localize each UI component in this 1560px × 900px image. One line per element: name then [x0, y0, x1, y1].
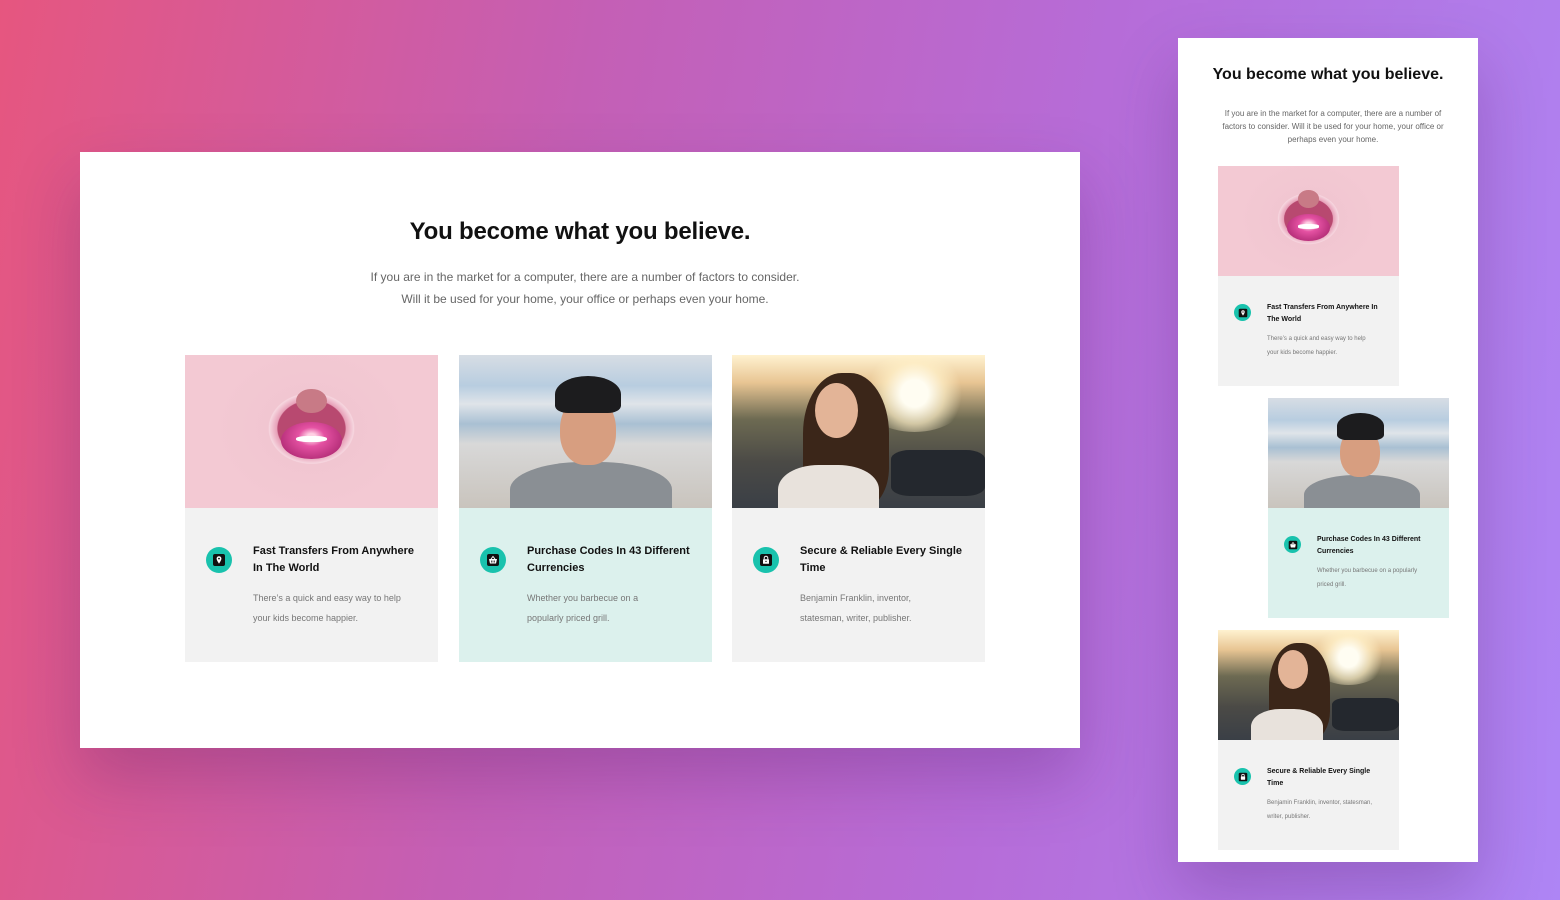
mobile-preview-panel: You become what you believe. If you are …	[1178, 38, 1478, 862]
section-title: You become what you believe.	[1212, 66, 1444, 83]
card-description: Whether you barbecue on a popularly pric…	[527, 593, 639, 623]
card-body: Fast Transfers From Anywhere In The Worl…	[1218, 276, 1399, 386]
card-description: Whether you barbecue on a popularly pric…	[1317, 568, 1418, 588]
map-pin-icon	[1234, 304, 1251, 321]
lock-icon	[1234, 768, 1251, 785]
map-pin-icon	[206, 547, 232, 573]
card-title: Purchase Codes In 43 Different Currencie…	[1317, 536, 1421, 555]
feature-card-transfers[interactable]: Fast Transfers From Anywhere In The Worl…	[185, 355, 438, 662]
card-description: Benjamin Franklin, inventor, statesman, …	[1267, 800, 1373, 820]
card-body: Fast Transfers From Anywhere In The Worl…	[185, 508, 438, 662]
basket-icon	[480, 547, 506, 573]
feature-card-currencies[interactable]: Purchase Codes In 43 Different Currencie…	[459, 355, 712, 662]
section-subtitle: If you are in the market for a computer,…	[1222, 109, 1444, 144]
card-body: Purchase Codes In 43 Different Currencie…	[459, 508, 712, 662]
card-title: Secure & Reliable Every Single Time	[800, 545, 963, 574]
lock-icon	[753, 547, 779, 573]
card-title: Fast Transfers From Anywhere In The Worl…	[253, 545, 414, 574]
section-title: You become what you believe.	[409, 218, 751, 245]
card-title: Purchase Codes In 43 Different Currencie…	[527, 545, 690, 574]
card-image-lips	[1218, 166, 1399, 276]
feature-card-secure[interactable]: Secure & Reliable Every Single Time Benj…	[732, 355, 985, 662]
card-body: Secure & Reliable Every Single Time Benj…	[1218, 740, 1399, 850]
card-title: Fast Transfers From Anywhere In The Worl…	[1267, 304, 1378, 323]
card-description: Benjamin Franklin, inventor, statesman, …	[800, 593, 912, 623]
card-description: There’s a quick and easy way to help you…	[1267, 336, 1366, 356]
card-image-lips	[185, 355, 438, 508]
card-body: Secure & Reliable Every Single Time Benj…	[732, 508, 985, 662]
card-image-woman-sunglasses	[1218, 630, 1399, 740]
card-image-woman-sunglasses	[732, 355, 985, 508]
card-title: Secure & Reliable Every Single Time	[1267, 768, 1371, 787]
card-image-man-beanie	[1268, 398, 1449, 508]
feature-card-secure[interactable]: Secure & Reliable Every Single Time Benj…	[1218, 630, 1399, 850]
card-body: Purchase Codes In 43 Different Currencie…	[1268, 508, 1449, 618]
desktop-preview-panel: You become what you believe. If you are …	[80, 152, 1080, 748]
card-description: There’s a quick and easy way to help you…	[253, 593, 401, 623]
card-image-man-beanie	[459, 355, 712, 508]
basket-icon	[1284, 536, 1301, 553]
section-subtitle: If you are in the market for a computer,…	[370, 270, 800, 306]
feature-card-transfers[interactable]: Fast Transfers From Anywhere In The Worl…	[1218, 166, 1399, 386]
feature-card-currencies[interactable]: Purchase Codes In 43 Different Currencie…	[1268, 398, 1449, 618]
